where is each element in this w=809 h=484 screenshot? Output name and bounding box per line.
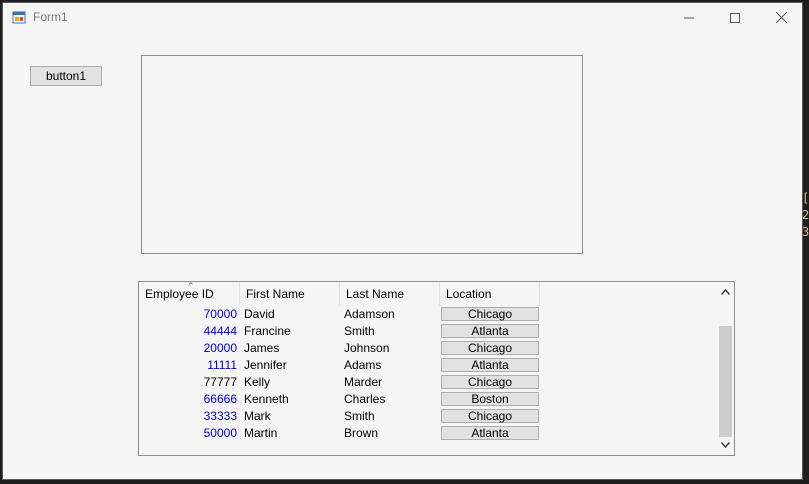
first-name-cell: Francine (244, 324, 291, 338)
employee-id-cell: 20000 (203, 341, 237, 355)
first-name-cell: Martin (244, 426, 278, 440)
close-button[interactable] (758, 3, 802, 32)
button1[interactable]: button1 (30, 66, 102, 86)
last-name-cell: Smith (344, 324, 375, 338)
scroll-thumb[interactable] (719, 326, 732, 437)
table-row[interactable]: 50000 Martin Brown Atlanta (139, 425, 715, 442)
location-button[interactable]: Atlanta (441, 324, 539, 338)
background-editor-text: [ 2 3 (802, 190, 809, 241)
employee-id-cell: 33333 (203, 409, 237, 423)
location-button[interactable]: Atlanta (441, 358, 539, 372)
scroll-down-button[interactable] (716, 437, 734, 453)
edge-char: [ (802, 191, 809, 205)
employee-id-cell: 77777 (203, 375, 237, 389)
column-label: First Name (246, 287, 305, 301)
edge-char: 2 (802, 208, 809, 222)
table-row[interactable]: 20000 James Johnson Chicago (139, 340, 715, 357)
chevron-down-icon (720, 442, 730, 448)
location-button[interactable]: Chicago (441, 409, 539, 423)
column-label: Last Name (346, 287, 405, 301)
listview-header: ⌃ Employee ID First Name Last Name Locat… (139, 282, 715, 306)
form-window: Form1 button1 ⌃ Employee ID First Name L… (2, 2, 803, 480)
employee-listview[interactable]: ⌃ Employee ID First Name Last Name Locat… (138, 281, 735, 456)
listview-body: 70000 David Adamson Chicago 44444 Franci… (139, 306, 715, 442)
minimize-icon (684, 17, 694, 18)
table-row[interactable]: 70000 David Adamson Chicago (139, 306, 715, 323)
title-bar[interactable]: Form1 (3, 3, 802, 32)
last-name-cell: Brown (344, 426, 379, 440)
first-name-cell: Jennifer (244, 358, 287, 372)
first-name-cell: Mark (244, 409, 271, 423)
first-name-cell: Kelly (244, 375, 271, 389)
table-row[interactable]: 33333 Mark Smith Chicago (139, 408, 715, 425)
table-row[interactable]: 44444 Francine Smith Atlanta (139, 323, 715, 340)
maximize-icon (730, 12, 740, 23)
employee-id-cell: 50000 (203, 426, 237, 440)
last-name-cell: Adamson (344, 307, 395, 321)
sort-ascending-icon: ⌃ (187, 281, 195, 291)
table-row[interactable]: 66666 Kenneth Charles Boston (139, 391, 715, 408)
scroll-up-button[interactable] (716, 284, 734, 300)
last-name-cell: Johnson (344, 341, 390, 355)
column-header-location[interactable]: Location (440, 282, 540, 306)
column-header-employee-id[interactable]: ⌃ Employee ID (139, 282, 240, 306)
chevron-up-icon (720, 289, 730, 295)
close-icon (775, 12, 787, 23)
employee-id-cell: 70000 (203, 307, 237, 321)
table-row[interactable]: 11111 Jennifer Adams Atlanta (139, 357, 715, 374)
last-name-cell: Adams (344, 358, 382, 372)
maximize-button[interactable] (712, 3, 758, 32)
location-button[interactable]: Atlanta (441, 426, 539, 440)
last-name-cell: Charles (344, 392, 386, 406)
column-label: Employee ID (145, 287, 214, 301)
first-name-cell: David (244, 307, 275, 321)
column-header-first-name[interactable]: First Name (240, 282, 340, 306)
window-title: Form1 (33, 10, 68, 24)
location-button[interactable]: Chicago (441, 375, 539, 389)
column-header-last-name[interactable]: Last Name (340, 282, 440, 306)
table-row[interactable]: 77777 Kelly Marder Chicago (139, 374, 715, 391)
column-label: Location (446, 287, 492, 301)
employee-id-cell: 44444 (203, 324, 237, 338)
location-button[interactable]: Chicago (441, 341, 539, 355)
employee-id-cell: 66666 (203, 392, 237, 406)
location-button[interactable]: Chicago (441, 307, 539, 321)
edge-char: 3 (802, 225, 809, 239)
app-icon (12, 11, 26, 24)
empty-panel (141, 55, 583, 254)
location-button[interactable]: Boston (441, 392, 539, 406)
employee-id-cell: 11111 (207, 358, 237, 372)
last-name-cell: Marder (344, 375, 383, 389)
first-name-cell: James (244, 341, 280, 355)
last-name-cell: Smith (344, 409, 375, 423)
vertical-scrollbar[interactable] (716, 282, 734, 455)
minimize-button[interactable] (666, 3, 712, 32)
first-name-cell: Kenneth (244, 392, 289, 406)
